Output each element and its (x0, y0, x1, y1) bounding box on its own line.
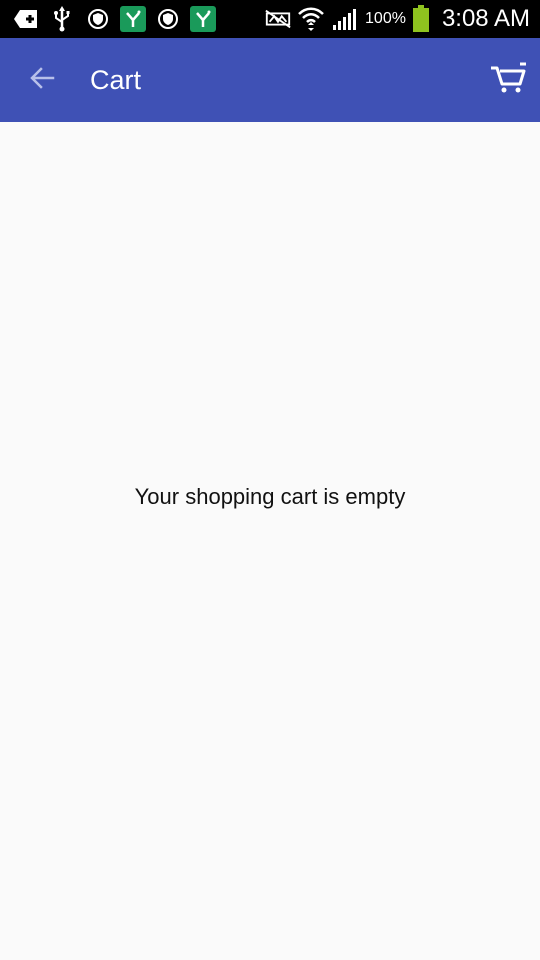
antenna-app-icon (120, 6, 146, 32)
cart-button[interactable] (480, 52, 536, 108)
back-button[interactable] (14, 52, 70, 108)
page-title: Cart (90, 64, 142, 95)
wifi-icon (297, 5, 325, 33)
empty-cart-message: Your shopping cart is empty (134, 484, 406, 509)
shield-icon (84, 5, 112, 33)
battery-icon (411, 5, 431, 33)
app-bar: Cart (0, 38, 540, 122)
usb-icon (48, 5, 76, 33)
cart-content: Your shopping cart is empty (0, 122, 540, 960)
shield-icon (154, 5, 182, 33)
status-time: 3:08 AM (441, 5, 530, 32)
system-icons: 100% 3:08 AM (264, 5, 540, 33)
arrow-back-icon (28, 64, 56, 97)
shopping-cart-icon (489, 62, 527, 99)
notification-icons (0, 5, 264, 33)
signal-icon (330, 5, 358, 33)
antenna-app-icon (190, 6, 216, 32)
battery-percent: 100% (365, 10, 406, 27)
status-bar: 100% 3:08 AM (0, 0, 540, 38)
nfc-muted-icon (264, 5, 292, 33)
medical-plus-icon (12, 5, 40, 33)
